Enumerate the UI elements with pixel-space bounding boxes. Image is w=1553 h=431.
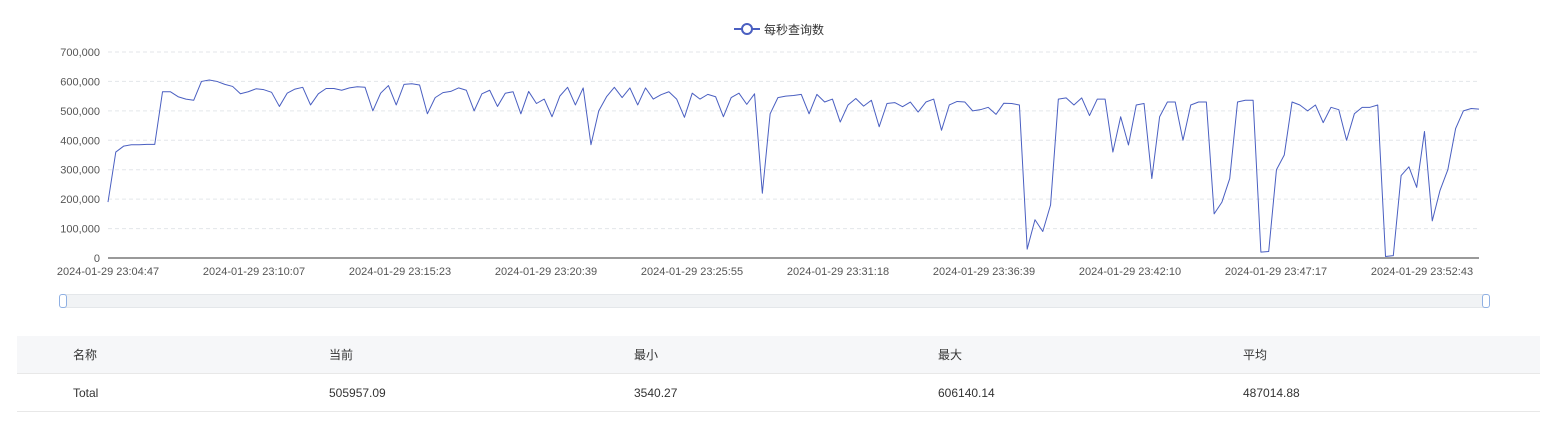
table-header-row: 名称 当前 最小 最大 平均 xyxy=(17,336,1540,374)
x-tick-label: 2024-01-29 23:36:39 xyxy=(933,266,1035,278)
x-tick-label: 2024-01-29 23:42:10 xyxy=(1079,266,1181,278)
x-tick-label: 2024-01-29 23:10:07 xyxy=(203,266,305,278)
x-tick-label: 2024-01-29 23:15:23 xyxy=(349,266,451,278)
header-current: 当前 xyxy=(321,336,626,374)
y-axis: 0 100,000 200,000 300,000 400,000 500,000 600,… xyxy=(60,47,100,265)
y-tick-label: 600,000 xyxy=(60,76,100,88)
grid-lines xyxy=(108,51,1479,259)
cell-min: 3540.27 xyxy=(626,373,930,412)
header-name: 名称 xyxy=(17,336,321,374)
table-row: Total 505957.09 3540.27 606140.14 487014… xyxy=(17,373,1540,412)
zoom-slider[interactable] xyxy=(59,294,1490,308)
x-tick-label: 2024-01-29 23:31:18 xyxy=(787,266,889,278)
series-group xyxy=(107,79,1480,258)
y-tick-label: 400,000 xyxy=(60,135,100,147)
y-tick-label: 700,000 xyxy=(60,47,100,59)
y-tick-label: 500,000 xyxy=(60,106,100,118)
slider-handle-left[interactable] xyxy=(59,294,67,308)
line-chart[interactable]: 0 100,000 200,000 300,000 400,000 500,000 600,… xyxy=(0,40,1553,280)
header-min: 最小 xyxy=(626,336,930,374)
stats-table: 名称 当前 最小 最大 平均 Total 505957.09 3540.27 6… xyxy=(17,336,1540,412)
x-tick-label: 2024-01-29 23:04:47 xyxy=(57,266,159,278)
y-tick-label: 300,000 xyxy=(60,165,100,177)
cell-current: 505957.09 xyxy=(321,373,626,412)
y-tick-label: 200,000 xyxy=(60,194,100,206)
legend-label: 每秒查询数 xyxy=(764,22,825,37)
cell-avg: 487014.88 xyxy=(1235,373,1540,412)
cell-max: 606140.14 xyxy=(930,373,1235,412)
header-max: 最大 xyxy=(930,336,1235,374)
chart-page: 每秒查询数 0 100,000 200,000 300,000 400,000 500,0… xyxy=(0,0,1553,431)
legend-item[interactable]: 每秒查询数 xyxy=(734,20,824,38)
legend-marker-icon xyxy=(734,23,760,35)
cell-name: Total xyxy=(17,373,321,412)
x-tick-label: 2024-01-29 23:52:43 xyxy=(1371,266,1473,278)
series-line[interactable] xyxy=(107,79,1480,258)
y-tick-label: 0 xyxy=(94,253,100,265)
y-tick-label: 100,000 xyxy=(60,224,100,236)
x-tick-label: 2024-01-29 23:47:17 xyxy=(1225,266,1327,278)
x-tick-label: 2024-01-29 23:25:55 xyxy=(641,266,743,278)
header-avg: 平均 xyxy=(1235,336,1540,374)
slider-handle-right[interactable] xyxy=(1482,294,1490,308)
x-axis: 2024-01-29 23:04:47 2024-01-29 23:10:07 20… xyxy=(57,266,1473,278)
x-tick-label: 2024-01-29 23:20:39 xyxy=(495,266,597,278)
